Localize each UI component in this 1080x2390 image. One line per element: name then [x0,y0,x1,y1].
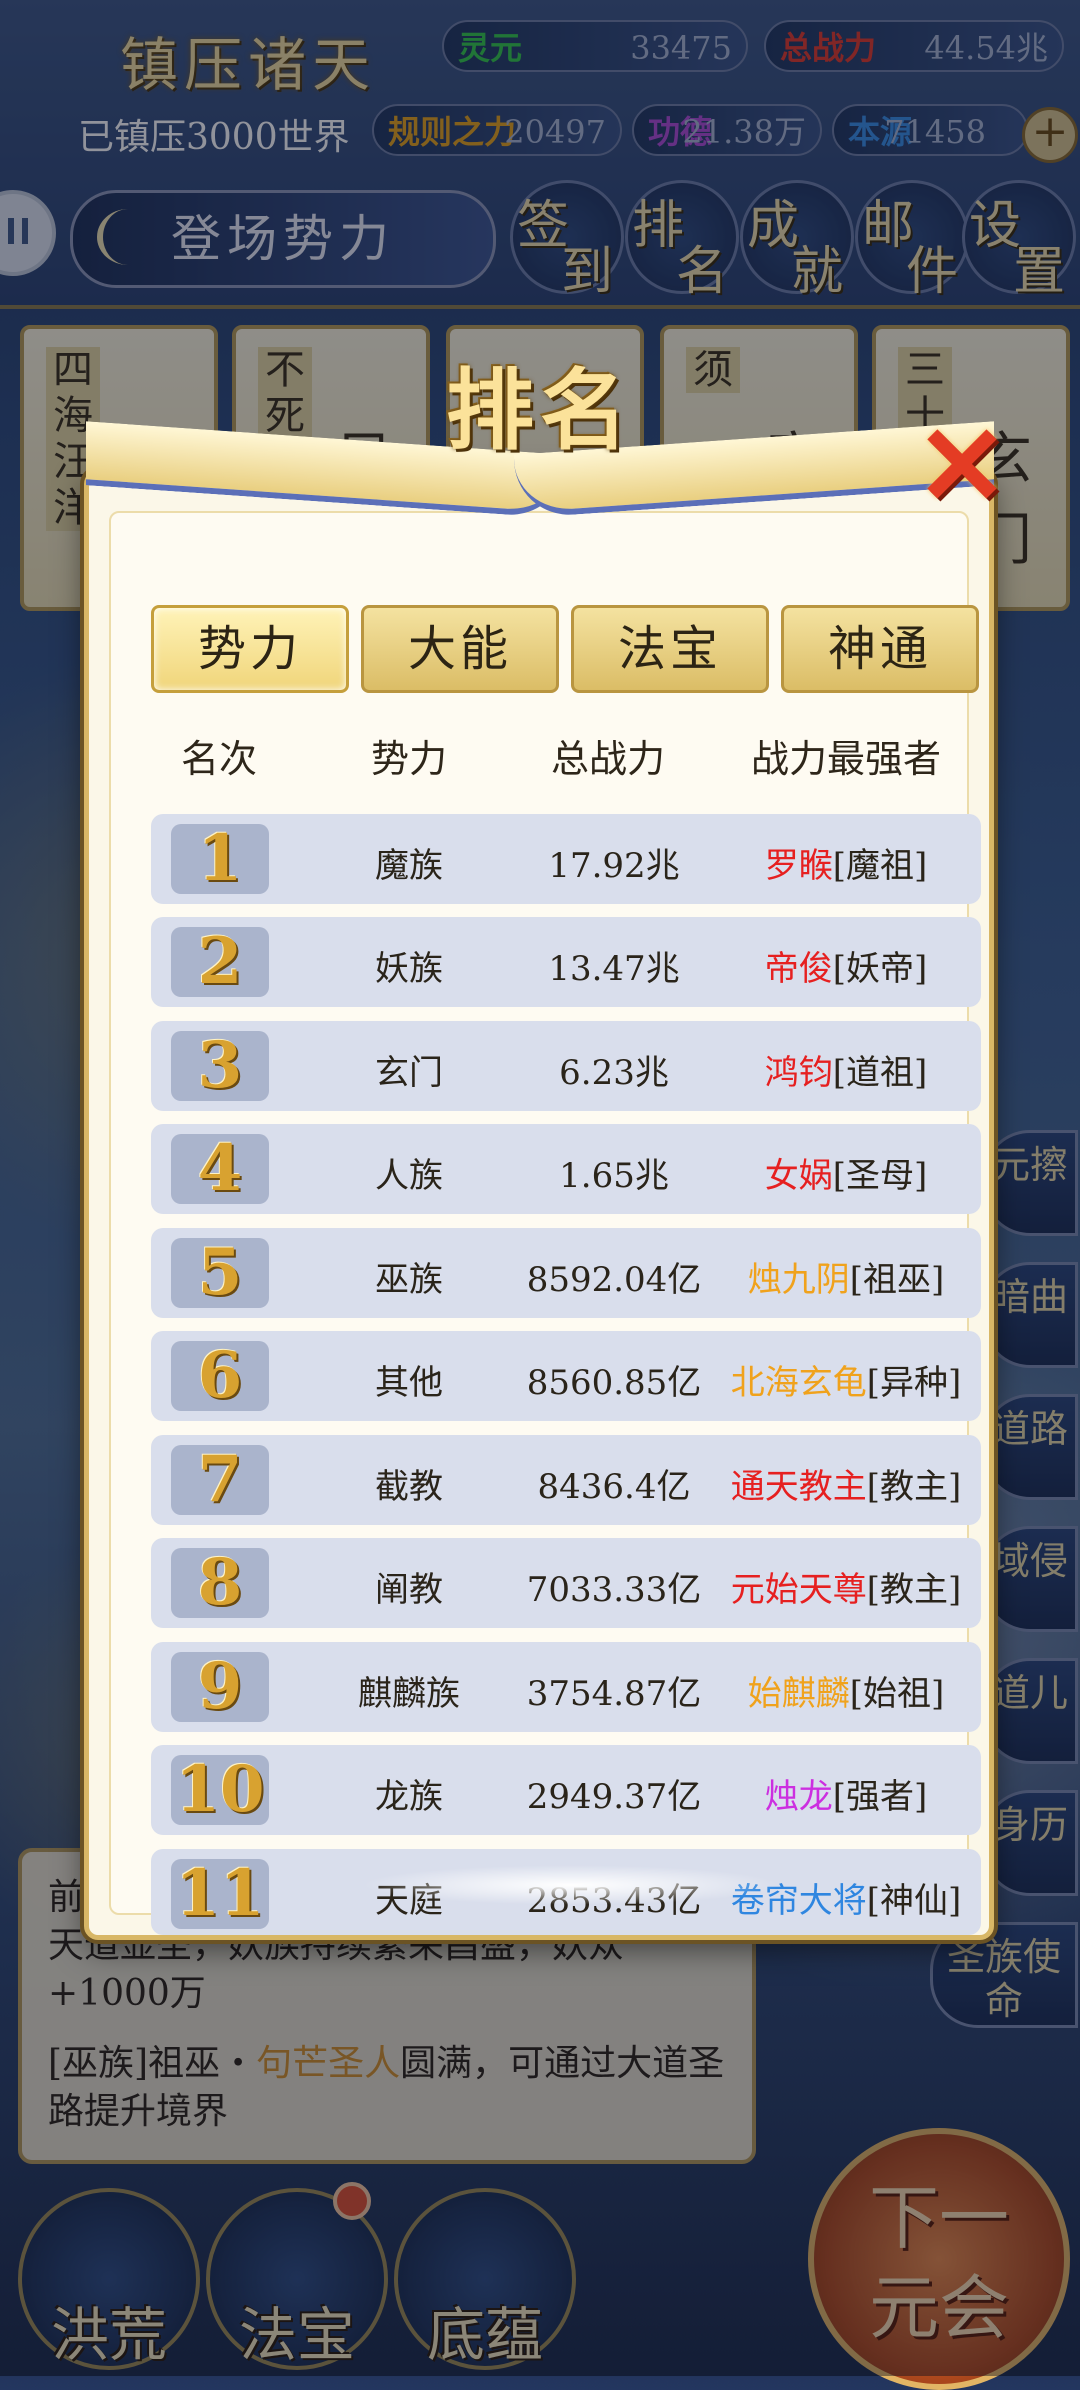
total-power: 8560.85亿 [526,1363,702,1403]
rank-badge: 8 [171,1548,269,1618]
ranking-row[interactable]: 7 截教 8436.4亿 通天教主[教主] [151,1435,981,1525]
strongest-member: 北海玄龟[异种] [711,1355,981,1404]
rank-badge: 5 [171,1238,269,1308]
ranking-row[interactable]: 2 妖族 13.47兆 帝俊[妖帝] [151,917,981,1007]
strongest-title: [妖帝] [832,949,928,989]
ranking-modal: 势力 大能 法宝 神通 名次 势力 总战力 战力最强者 1 魔族 17.92兆 … [84,470,994,1940]
ranking-row[interactable]: 8 阐教 7033.33亿 元始天尊[教主] [151,1538,981,1628]
tab-treasures[interactable]: 法宝 [571,605,769,693]
strongest-title: [神仙] [866,1881,962,1921]
strongest-title: [圣母] [832,1156,928,1196]
ranking-row[interactable]: 9 麒麟族 3754.87亿 始麒麟[始祖] [151,1642,981,1732]
force-name: 人族 [375,1156,443,1196]
rank-badge: 1 [171,824,269,894]
strongest-title: [道祖] [832,1053,928,1093]
total-power: 8592.04亿 [526,1260,702,1300]
force-name: 其他 [375,1363,443,1403]
ranking-row[interactable]: 5 巫族 8592.04亿 烛九阴[祖巫] [151,1228,981,1318]
strongest-name: 始麒麟 [747,1674,850,1714]
strongest-member: 通天教主[教主] [711,1459,981,1508]
strongest-title: [魔祖] [832,846,928,886]
strongest-name: 通天教主 [730,1467,867,1507]
ranking-row[interactable]: 6 其他 8560.85亿 北海玄龟[异种] [151,1331,981,1421]
rank-badge: 7 [171,1445,269,1515]
ranking-row[interactable]: 4 人族 1.65兆 女娲[圣母] [151,1124,981,1214]
strongest-member: 始麒麟[始祖] [711,1666,981,1715]
rank-badge: 11 [171,1859,269,1929]
ranking-row[interactable]: 3 玄门 6.23兆 鸿钧[道祖] [151,1021,981,1111]
force-name: 魔族 [375,846,443,886]
force-name: 麒麟族 [358,1674,460,1714]
scroll-fade [361,1865,781,1905]
ranking-row[interactable]: 1 魔族 17.92兆 罗睺[魔祖] [151,814,981,904]
force-name: 玄门 [375,1053,443,1093]
total-power: 13.47兆 [548,949,680,989]
strongest-name: 女娲 [764,1156,833,1196]
total-power: 1.65兆 [559,1156,669,1196]
ranking-row[interactable]: 10 龙族 2949.37亿 烛龙[强者] [151,1745,981,1835]
strongest-name: 帝俊 [764,949,833,989]
strongest-member: 女娲[圣母] [711,1148,981,1197]
strongest-name: 北海玄龟 [730,1363,867,1403]
strongest-name: 鸿钧 [764,1053,833,1093]
force-name: 妖族 [375,949,443,989]
rank-badge: 2 [171,927,269,997]
col-rank: 名次 [181,737,258,781]
rank-badge: 4 [171,1134,269,1204]
strongest-member: 帝俊[妖帝] [711,941,981,990]
total-power: 2949.37亿 [526,1777,702,1817]
tab-forces[interactable]: 势力 [151,605,349,693]
strongest-name: 元始天尊 [730,1570,867,1610]
force-name: 阐教 [375,1570,443,1610]
strongest-name: 烛九阴 [747,1260,850,1300]
total-power: 8436.4亿 [537,1467,691,1507]
rank-badge: 3 [171,1031,269,1101]
strongest-title: [异种] [866,1363,962,1403]
total-power: 7033.33亿 [526,1570,702,1610]
strongest-member: 罗睺[魔祖] [711,838,981,887]
rank-badge: 6 [171,1341,269,1411]
rank-badge: 9 [171,1652,269,1722]
force-name: 龙族 [375,1777,443,1817]
ranking-table-header: 名次 势力 总战力 战力最强者 [151,718,981,784]
modal-title: 排名 [445,358,634,462]
total-power: 6.23兆 [559,1053,669,1093]
col-force: 势力 [371,737,448,781]
col-strongest: 战力最强者 [751,737,942,781]
strongest-title: [教主] [866,1570,962,1610]
force-name: 巫族 [375,1260,443,1300]
tab-great-powers[interactable]: 大能 [361,605,559,693]
close-icon[interactable]: ✕ [914,411,1010,521]
total-power: 17.92兆 [548,846,680,886]
strongest-title: [始祖] [849,1674,945,1714]
rank-badge: 10 [171,1755,269,1825]
total-power: 3754.87亿 [526,1674,702,1714]
tab-abilities[interactable]: 神通 [781,605,979,693]
force-name: 截教 [375,1467,443,1507]
ranking-tabs: 势力 大能 法宝 神通 [151,605,981,697]
strongest-name: 罗睺 [764,846,833,886]
modal-body: 势力 大能 法宝 神通 名次 势力 总战力 战力最强者 1 魔族 17.92兆 … [109,511,981,1935]
strongest-member: 鸿钧[道祖] [711,1045,981,1094]
strongest-name: 烛龙 [764,1777,833,1817]
strongest-title: [祖巫] [849,1260,945,1300]
strongest-member: 烛龙[强者] [711,1769,981,1818]
col-power: 总战力 [551,737,666,781]
strongest-title: [教主] [866,1467,962,1507]
strongest-member: 元始天尊[教主] [711,1562,981,1611]
strongest-member: 烛九阴[祖巫] [711,1252,981,1301]
strongest-title: [强者] [832,1777,928,1817]
